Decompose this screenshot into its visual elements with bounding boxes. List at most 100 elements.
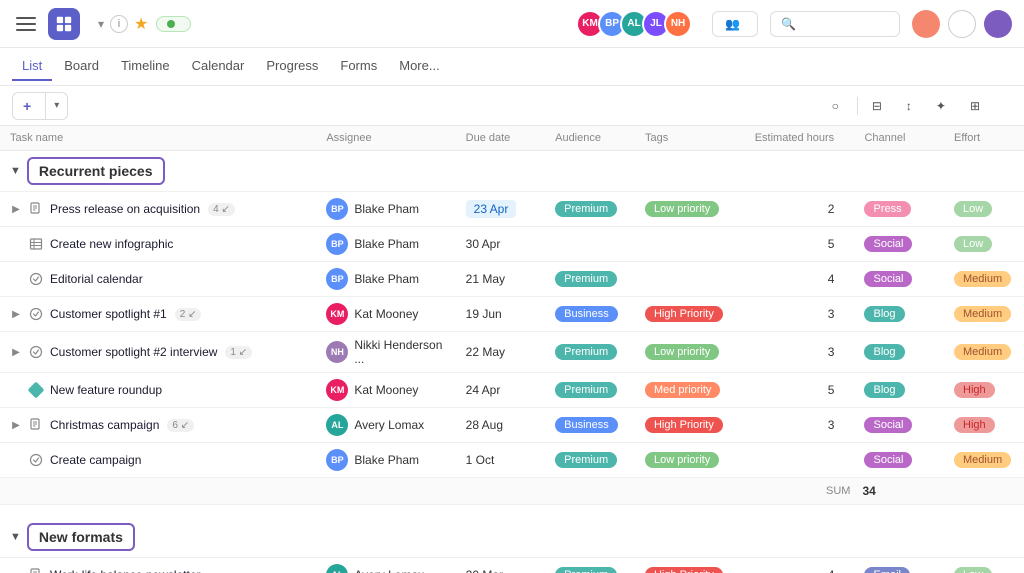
info-icon[interactable]: i [110,15,128,33]
effort-cell[interactable]: Medium [944,443,1024,478]
tab-progress[interactable]: Progress [256,52,328,81]
incomplete-tasks-filter[interactable]: ○ [824,95,851,117]
tags-cell[interactable]: High Priority [635,297,745,332]
tags-cell[interactable] [635,262,745,297]
due-date-cell[interactable]: 24 Apr [456,373,545,408]
audience-cell[interactable] [545,227,635,262]
effort-cell[interactable]: Low [944,192,1024,227]
table-row[interactable]: Work-life balance newsletter AL Avery Lo… [0,558,1024,573]
tags-cell[interactable]: Low priority [635,332,745,373]
audience-cell[interactable]: Premium [545,558,635,573]
star-icon[interactable]: ★ [134,14,148,34]
effort-cell[interactable]: Low [944,227,1024,262]
channel-cell[interactable]: Social [854,262,944,297]
assignee-avatar[interactable]: BP [326,268,348,290]
due-date-cell[interactable]: 30 Apr [456,227,545,262]
section-title[interactable]: Recurrent pieces [27,157,165,185]
table-row[interactable]: ▶ Press release on acquisition 4 ↙ BP Bl… [0,192,1024,227]
assignee-avatar[interactable]: KM [326,379,348,401]
add-task-dropdown[interactable]: ▾ [46,93,67,119]
search-box[interactable]: 🔍 [770,11,900,37]
table-row[interactable]: Editorial calendar BP Blake Pham 21 May … [0,262,1024,297]
audience-cell[interactable]: Premium [545,373,635,408]
effort-cell[interactable]: Medium [944,332,1024,373]
tags-cell[interactable]: Low priority [635,443,745,478]
due-date-cell[interactable]: 21 May [456,262,545,297]
hamburger-menu[interactable] [12,10,40,38]
plus-button[interactable] [912,10,940,38]
task-expand-icon[interactable]: ▶ [10,308,22,320]
due-date-cell[interactable]: 19 Jun [456,297,545,332]
tab-calendar[interactable]: Calendar [182,52,255,81]
channel-cell[interactable]: Blog [854,373,944,408]
assignee-avatar[interactable]: AL [326,564,348,573]
channel-cell[interactable]: Press [854,192,944,227]
channel-cell[interactable]: Blog [854,297,944,332]
more-button[interactable] [996,102,1012,110]
channel-cell[interactable]: Social [854,227,944,262]
effort-cell[interactable]: High [944,373,1024,408]
avatar[interactable]: NH [664,10,692,38]
task-name-label[interactable]: Press release on acquisition [50,202,200,216]
tags-cell[interactable] [635,227,745,262]
assignee-avatar[interactable]: BP [326,233,348,255]
task-expand-icon[interactable]: ▶ [10,419,22,431]
table-row[interactable]: Create campaign BP Blake Pham 1 Oct Prem… [0,443,1024,478]
tab-more[interactable]: More... [389,52,449,81]
table-row[interactable]: ▶ Customer spotlight #1 2 ↙ KM Kat Moone… [0,297,1024,332]
effort-cell[interactable]: Medium [944,262,1024,297]
audience-cell[interactable]: Business [545,408,635,443]
task-name-label[interactable]: Work-life balance newsletter [50,568,201,573]
add-task-button[interactable]: + ▾ [12,92,68,120]
task-name-label[interactable]: Create campaign [50,453,141,467]
fields-button[interactable]: ⊞ [962,95,992,117]
task-expand-icon[interactable]: ▶ [10,346,22,358]
channel-cell[interactable]: Social [854,443,944,478]
user-avatar[interactable] [984,10,1012,38]
effort-cell[interactable]: High [944,408,1024,443]
task-name-label[interactable]: Create new infographic [50,237,173,251]
tags-cell[interactable]: High Priority [635,558,745,573]
due-date-cell[interactable]: 22 May [456,332,545,373]
channel-cell[interactable]: Social [854,408,944,443]
due-date-cell[interactable]: 1 Oct [456,443,545,478]
table-row[interactable]: ▶ Customer spotlight #2 interview 1 ↙ NH… [0,332,1024,373]
task-name-label[interactable]: Customer spotlight #2 interview [50,345,217,359]
task-name-label[interactable]: Customer spotlight #1 [50,307,167,321]
channel-cell[interactable]: Blog [854,332,944,373]
filter-button[interactable]: ⊟ [864,95,894,117]
share-button[interactable]: 👥 [712,11,758,37]
rules-button[interactable]: ✦ [928,95,958,117]
section-expand-icon[interactable]: ▼ [10,165,21,177]
tab-board[interactable]: Board [54,52,109,81]
effort-cell[interactable]: Medium [944,297,1024,332]
table-row[interactable]: Create new infographic BP Blake Pham 30 … [0,227,1024,262]
audience-cell[interactable]: Business [545,297,635,332]
title-chevron[interactable]: ▾ [98,17,104,31]
assignee-avatar[interactable]: AL [326,414,348,436]
audience-cell[interactable]: Premium [545,262,635,297]
task-name-label[interactable]: Editorial calendar [50,272,143,286]
tags-cell[interactable]: High Priority [635,408,745,443]
audience-cell[interactable]: Premium [545,332,635,373]
audience-cell[interactable]: Premium [545,192,635,227]
task-expand-icon[interactable]: ▶ [10,203,22,215]
assignee-avatar[interactable]: BP [326,198,348,220]
assignee-avatar[interactable]: BP [326,449,348,471]
channel-cell[interactable]: Email [854,558,944,573]
section-title[interactable]: New formats [27,523,135,551]
table-row[interactable]: ▶ Christmas campaign 6 ↙ AL Avery Lomax … [0,408,1024,443]
section-expand-icon[interactable]: ▼ [10,531,21,543]
status-badge[interactable] [156,16,191,32]
tab-forms[interactable]: Forms [330,52,387,81]
assignee-avatar[interactable]: KM [326,303,348,325]
due-date-cell[interactable]: 23 Apr [456,192,545,227]
tags-cell[interactable]: Low priority [635,192,745,227]
tags-cell[interactable]: Med priority [635,373,745,408]
task-name-label[interactable]: Christmas campaign [50,418,159,432]
task-name-label[interactable]: New feature roundup [50,383,162,397]
assignee-avatar[interactable]: NH [326,341,348,363]
tab-list[interactable]: List [12,52,52,81]
audience-cell[interactable]: Premium [545,443,635,478]
tab-timeline[interactable]: Timeline [111,52,180,81]
